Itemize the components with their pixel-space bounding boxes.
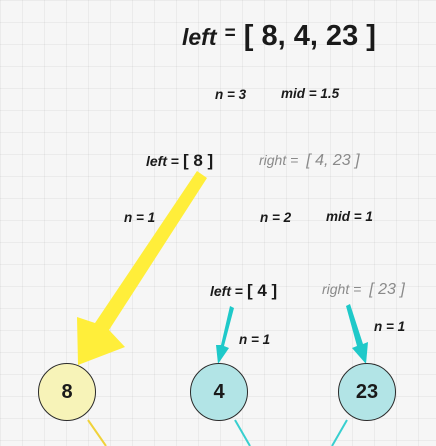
- yellow-connector-line: [87, 419, 107, 446]
- yellow-arrow: [77, 171, 207, 365]
- tree-node-4: 4: [190, 363, 248, 421]
- tree-node-23: 23: [338, 363, 396, 421]
- tree-node-8: 8: [38, 363, 96, 421]
- teal-arrow-right: [346, 304, 368, 364]
- teal-arrow-left: [216, 306, 234, 364]
- teal-connector-line-right: [331, 419, 348, 446]
- teal-connector-line-left: [234, 419, 251, 446]
